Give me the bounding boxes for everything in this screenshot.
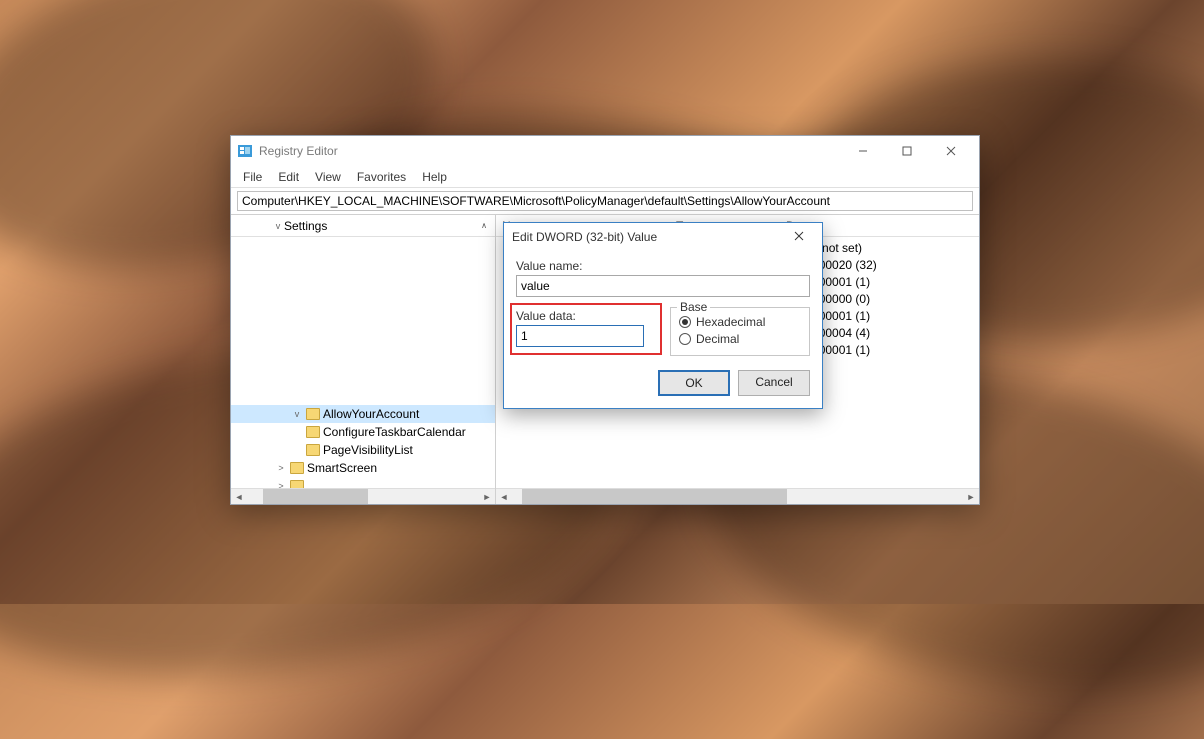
tree-item[interactable]: v AllowYourAccount	[231, 405, 495, 423]
tree-header-label: Settings	[284, 219, 327, 233]
value-data-input[interactable]	[516, 325, 644, 347]
folder-icon	[290, 462, 304, 474]
menu-view[interactable]: View	[307, 168, 349, 186]
folder-icon	[306, 426, 320, 438]
window-title: Registry Editor	[259, 144, 841, 158]
value-name-label: Value name:	[516, 259, 810, 273]
sort-indicator-icon: ∧	[481, 221, 487, 230]
radio-hex-label: Hexadecimal	[696, 315, 765, 329]
ok-button[interactable]: OK	[658, 370, 730, 396]
menu-bar: File Edit View Favorites Help	[231, 166, 979, 188]
radio-icon	[679, 333, 691, 345]
close-button[interactable]	[929, 136, 973, 166]
scroll-left-icon[interactable]: ◄	[231, 489, 247, 504]
base-groupbox: Base Hexadecimal Decimal	[670, 307, 810, 356]
menu-help[interactable]: Help	[414, 168, 455, 186]
folder-icon	[306, 444, 320, 456]
tree-item[interactable]: > SmartScreen	[231, 459, 495, 477]
tree-item[interactable]: ConfigureTaskbarCalendar	[231, 423, 495, 441]
tree-item-label: ConfigureTaskbarCalendar	[323, 425, 466, 439]
address-input[interactable]	[237, 191, 973, 211]
tree-scrollbar[interactable]: ◄ ►	[231, 488, 495, 504]
cancel-button[interactable]: Cancel	[738, 370, 810, 396]
base-label: Base	[677, 300, 710, 314]
scrollbar-thumb[interactable]	[263, 489, 369, 504]
menu-favorites[interactable]: Favorites	[349, 168, 414, 186]
window-titlebar[interactable]: Registry Editor	[231, 136, 979, 166]
radio-decimal[interactable]: Decimal	[679, 332, 801, 346]
dialog-title-text: Edit DWORD (32-bit) Value	[512, 230, 784, 244]
values-scrollbar[interactable]: ◄ ►	[496, 488, 979, 504]
regedit-icon	[237, 143, 253, 159]
tree-item-label: PageVisibilityList	[323, 443, 413, 457]
chevron-icon: >	[275, 463, 287, 473]
tree-item[interactable]: PageVisibilityList	[231, 441, 495, 459]
tree-column-header[interactable]: v Settings ∧	[231, 215, 495, 237]
dialog-close-button[interactable]	[784, 230, 814, 244]
edit-dword-dialog: Edit DWORD (32-bit) Value Value name: Va…	[503, 222, 823, 409]
chevron-icon: v	[291, 409, 303, 419]
radio-dec-label: Decimal	[696, 332, 739, 346]
scroll-left-icon[interactable]: ◄	[496, 489, 512, 504]
menu-edit[interactable]: Edit	[270, 168, 307, 186]
value-name-input[interactable]	[516, 275, 810, 297]
tree-item-label: AllowYourAccount	[323, 407, 419, 421]
scroll-right-icon[interactable]: ►	[963, 489, 979, 504]
scroll-right-icon[interactable]: ►	[479, 489, 495, 504]
tree-item-label: SmartScreen	[307, 461, 377, 475]
chevron-down-icon: v	[272, 221, 284, 231]
maximize-button[interactable]	[885, 136, 929, 166]
folder-icon	[306, 408, 320, 420]
value-data-label: Value data:	[516, 309, 656, 323]
value-data-highlight: Value data:	[510, 303, 662, 355]
address-bar	[231, 188, 979, 215]
scrollbar-thumb[interactable]	[522, 489, 788, 504]
dialog-titlebar[interactable]: Edit DWORD (32-bit) Value	[504, 223, 822, 251]
radio-icon	[679, 316, 691, 328]
menu-file[interactable]: File	[235, 168, 270, 186]
radio-hexadecimal[interactable]: Hexadecimal	[679, 315, 801, 329]
minimize-button[interactable]	[841, 136, 885, 166]
tree-pane[interactable]: v Settings ∧ v AllowYourAccount ConfigureT…	[231, 215, 496, 504]
